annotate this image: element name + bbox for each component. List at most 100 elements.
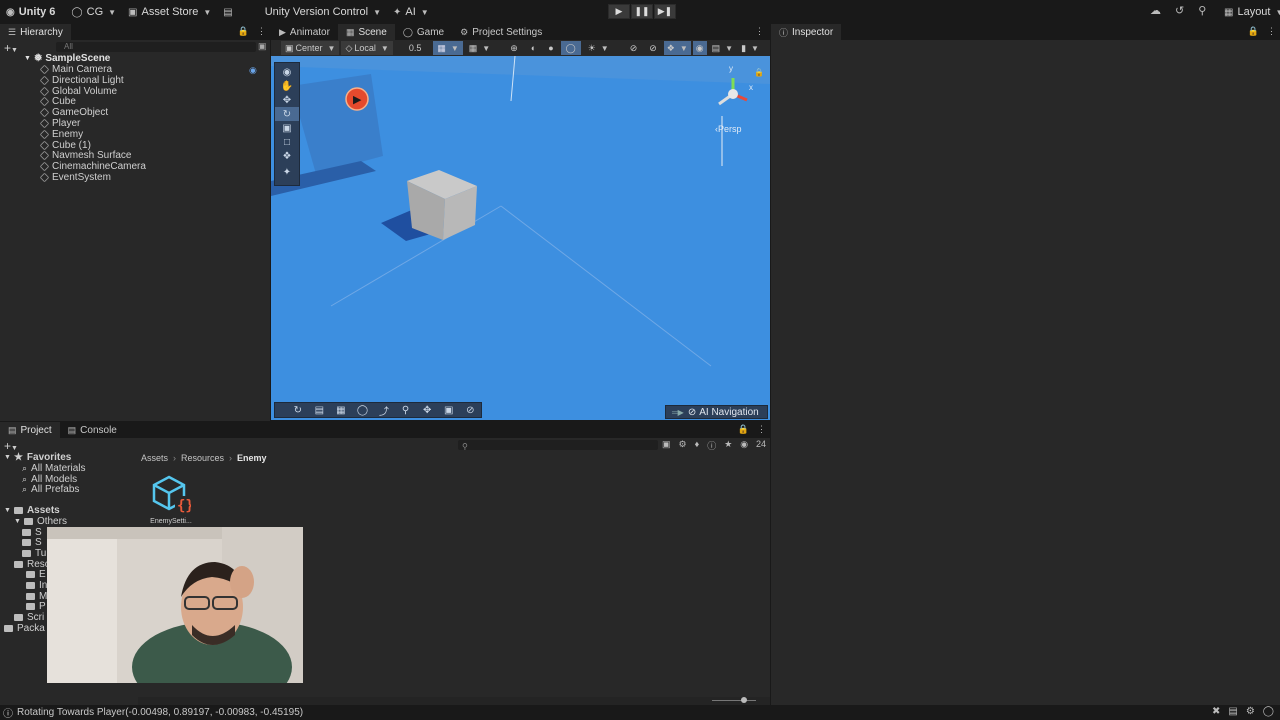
assets-root-row[interactable]: ▼ Assets: [4, 505, 60, 516]
breadcrumb-assets[interactable]: Assets: [141, 453, 168, 463]
tree-row[interactable]: Scri: [14, 612, 44, 623]
hierarchy-search-input[interactable]: All: [56, 42, 256, 52]
zoom-icon[interactable]: ⚲: [395, 403, 417, 417]
pivot-dropdown[interactable]: ▣ Center ▼: [281, 41, 340, 55]
play-button[interactable]: ▶: [608, 4, 630, 19]
more-icon[interactable]: ⋮: [257, 26, 266, 37]
create-asset-button[interactable]: +▼: [4, 439, 18, 453]
hierarchy-item[interactable]: Navmesh Surface: [39, 150, 270, 161]
transform-tool-icon[interactable]: ❖: [275, 149, 299, 163]
zoom-slider-track[interactable]: [712, 700, 756, 701]
tab-hierarchy[interactable]: ☰ Hierarchy: [0, 24, 71, 40]
view-tool-icon[interactable]: ◉: [275, 65, 299, 79]
asset-tile[interactable]: {} EnemySetti...: [146, 474, 196, 526]
collab-icon[interactable]: ◯: [1263, 706, 1274, 717]
frame-icon[interactable]: ▣: [438, 403, 460, 417]
favorites-row[interactable]: ▼ ★ Favorites: [4, 452, 71, 463]
lock-icon[interactable]: 🔒: [238, 26, 249, 37]
pause-button[interactable]: ❚❚: [631, 4, 653, 19]
expand-arrow-icon[interactable]: ▼: [24, 55, 31, 62]
tab-animator[interactable]: ▶ Animator: [271, 24, 338, 40]
bake-icon[interactable]: ▤: [309, 403, 331, 417]
tab-inspector[interactable]: ⓘ Inspector: [771, 24, 842, 40]
hand-tool-icon[interactable]: ✋: [275, 79, 299, 93]
hierarchy-item[interactable]: Main Camera: [39, 64, 270, 75]
progress-icon[interactable]: ▤: [1228, 706, 1237, 717]
hierarchy-item[interactable]: EventSystem: [39, 172, 270, 183]
search-icon[interactable]: ⚲: [1198, 4, 1206, 17]
add-object-button[interactable]: +▼: [4, 41, 18, 55]
scale-tool-icon[interactable]: ▣: [275, 121, 299, 135]
hierarchy-item[interactable]: Cube (1): [39, 140, 270, 151]
path-icon[interactable]: ⤴: [373, 403, 395, 418]
favorite-item[interactable]: ⌕ All Materials: [22, 463, 86, 474]
tab-project[interactable]: ▤ Project: [0, 422, 60, 438]
project-search-input[interactable]: ⚲: [458, 440, 658, 451]
breadcrumb-resources[interactable]: Resources: [181, 453, 224, 463]
move-tool-icon[interactable]: ✥: [275, 93, 299, 107]
label-filter-icon[interactable]: ♦: [695, 439, 700, 452]
space-dropdown[interactable]: ◇ Local ▼: [341, 41, 393, 55]
zoom-slider-thumb[interactable]: [741, 697, 747, 703]
tree-row[interactable]: In: [26, 580, 47, 591]
hierarchy-item[interactable]: GameObject: [39, 107, 270, 118]
tab-console[interactable]: ▤ Console: [59, 422, 125, 438]
type-filter-icon[interactable]: ⚙: [679, 439, 687, 452]
audio-toggle[interactable]: ⊘: [616, 41, 643, 55]
version-control-dropdown[interactable]: Unity Version Control ▼: [259, 2, 387, 22]
account-dropdown[interactable]: ◯ CG ▼: [65, 2, 122, 22]
grid-toggle[interactable]: ▦ ▼: [465, 41, 494, 55]
status-message[interactable]: Rotating Towards Player(-0.00498, 0.8919…: [17, 707, 303, 718]
camera-dropdown[interactable]: ▮ ▼: [738, 41, 762, 55]
more-icon[interactable]: ⋮: [755, 26, 764, 37]
gizmo-center[interactable]: [728, 89, 738, 99]
shading-solid-button[interactable]: ●: [543, 41, 558, 55]
tree-row[interactable]: S: [22, 537, 42, 548]
tree-row[interactable]: Packa: [4, 623, 45, 634]
move-icon[interactable]: ✥: [416, 403, 438, 417]
hierarchy-scene-row[interactable]: ▼ ❅ SampleScene: [24, 53, 270, 64]
tree-row-others[interactable]: ▼ Others: [14, 516, 67, 527]
ai-navigation-overlay[interactable]: ═▶ ⊘ AI Navigation: [665, 405, 768, 419]
search-options-icon[interactable]: ▣: [258, 41, 267, 52]
rotate-tool-icon[interactable]: ↻: [275, 107, 299, 121]
snap-increment[interactable]: 0.5: [395, 41, 432, 55]
shading-wire-button[interactable]: ◐: [526, 41, 541, 55]
hierarchy-item[interactable]: Cube: [39, 96, 270, 107]
asset-store-dropdown[interactable]: ▣ Asset Store ▼: [122, 2, 217, 22]
perspective-toggle[interactable]: ‹Persp: [715, 124, 742, 134]
hierarchy-item[interactable]: Global Volume: [39, 86, 270, 97]
layers-button[interactable]: ▤: [217, 2, 242, 22]
more-icon[interactable]: ⋮: [757, 424, 766, 435]
lighting-dropdown[interactable]: ☀ ▼: [583, 41, 614, 55]
history-icon[interactable]: ↺: [1175, 4, 1184, 17]
tools-dropdown[interactable]: ❖ ▼: [663, 41, 691, 55]
step-button[interactable]: ▶❚: [654, 4, 676, 19]
mesh-icon[interactable]: ▦: [330, 403, 352, 417]
tree-row[interactable]: Tu: [22, 548, 46, 559]
custom-tool-icon[interactable]: ✦: [275, 165, 299, 179]
gizmo-lock-icon[interactable]: 🔒: [754, 68, 764, 77]
layout-dropdown[interactable]: ▦ Layout ▼: [1218, 2, 1280, 22]
lock-icon[interactable]: 🔒: [738, 424, 749, 435]
draw-mode-button[interactable]: ⊕: [496, 41, 524, 55]
scene-viewport[interactable]: ▶ y x 🔒 ‹Persp ◉ ✋ ✥ ↻ ▣ □ ❖ ✦ ↻ ▤ ▦ ◯ ⤴…: [271, 56, 770, 420]
settings-icon[interactable]: ⚙: [1246, 706, 1255, 717]
rect-tool-icon[interactable]: □: [275, 135, 299, 149]
compass-icon[interactable]: ⊘: [460, 403, 482, 417]
visibility-toggle[interactable]: ◉: [692, 41, 707, 55]
info-icon[interactable]: ⓘ: [707, 439, 716, 452]
hierarchy-item[interactable]: Directional Light: [39, 75, 270, 86]
favorite-item[interactable]: ⌕ All Models: [22, 474, 77, 485]
hierarchy-item[interactable]: CinemachineCamera: [39, 161, 270, 172]
debug-icon[interactable]: ✖: [1212, 706, 1220, 717]
tab-game[interactable]: ◯ Game: [394, 24, 453, 40]
tab-scene[interactable]: ▦ Scene: [337, 24, 395, 40]
more-icon[interactable]: ⋮: [1267, 26, 1276, 37]
cloud-icon[interactable]: ☁: [1150, 4, 1161, 17]
layers-dropdown[interactable]: ▤ ▼: [709, 41, 736, 55]
lock-icon[interactable]: 🔒: [1248, 26, 1259, 37]
eye-icon[interactable]: ◉: [740, 439, 748, 452]
sphere-icon[interactable]: ◯: [352, 403, 374, 417]
unity-menu-button[interactable]: ◉ Unity 6: [0, 2, 61, 22]
